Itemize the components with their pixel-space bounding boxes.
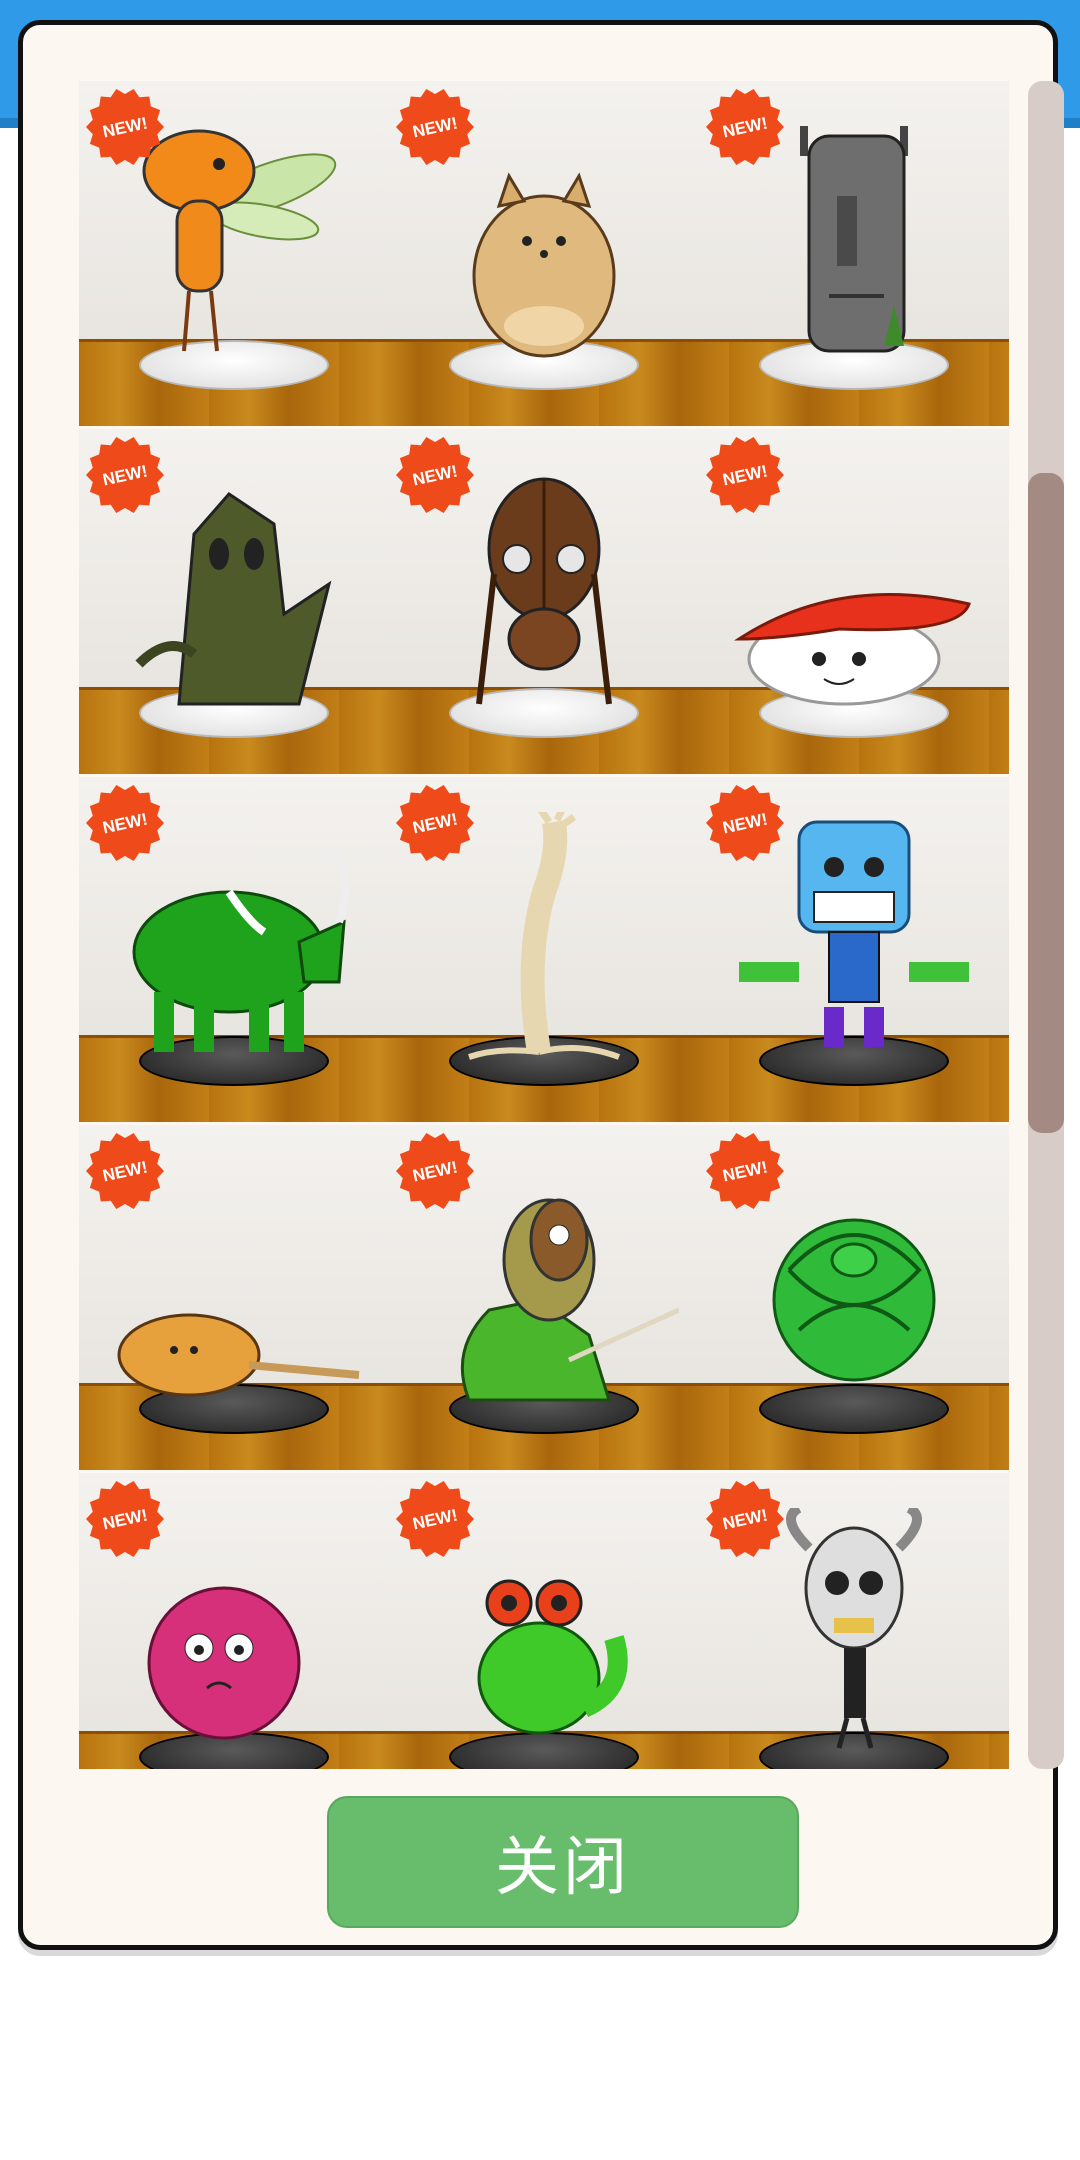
new-badge: NEW! — [395, 1131, 475, 1211]
collection-item-moai-statue[interactable]: NEW! — [699, 81, 1009, 426]
close-button[interactable]: 关闭 — [327, 1796, 799, 1928]
new-badge: NEW! — [395, 87, 475, 167]
shelf-row: NEW! NEW! NEW! — [79, 1125, 1009, 1470]
shelf-row: NEW! NEW! NEW! — [79, 1473, 1009, 1769]
collection-item-green-frog[interactable]: NEW! — [389, 1473, 699, 1769]
new-badge: NEW! — [705, 1131, 785, 1211]
new-badge: NEW! — [705, 783, 785, 863]
collection-item-tree-monster[interactable]: NEW! — [79, 429, 389, 774]
scrollbar-thumb[interactable] — [1028, 473, 1064, 1133]
new-badge: NEW! — [85, 1131, 165, 1211]
new-badge: NEW! — [395, 1479, 475, 1559]
new-badge: NEW! — [395, 435, 475, 515]
collection-item-corndog-creature[interactable]: NEW! — [79, 1125, 389, 1470]
collection-item-arm-root-creature[interactable]: NEW! — [389, 777, 699, 1122]
shelf-row: NEW! NEW! NEW! — [79, 429, 1009, 774]
shelf-row: NEW! NEW! NEW! — [79, 81, 1009, 426]
new-badge: NEW! — [85, 87, 165, 167]
new-badge: NEW! — [85, 1479, 165, 1559]
collection-item-pink-fuzzball[interactable]: NEW! — [79, 1473, 389, 1769]
collection-item-blue-cube-robot[interactable]: NEW! — [699, 777, 1009, 1122]
new-badge: NEW! — [705, 1479, 785, 1559]
new-badge: NEW! — [395, 783, 475, 863]
collection-grid: NEW! NEW! NEW! NEW! NEW! NEW! NEW! NEW! NEW! NEW!… — [79, 81, 1009, 1769]
collection-item-hamster-creature[interactable]: NEW! — [389, 81, 699, 426]
new-badge: NEW! — [705, 435, 785, 515]
collection-item-green-snake-knot[interactable]: NEW! — [699, 1125, 1009, 1470]
collection-item-masked-goblin[interactable]: NEW! — [389, 1125, 699, 1470]
new-badge: NEW! — [85, 783, 165, 863]
collection-modal: NEW! NEW! NEW! NEW! NEW! NEW! NEW! NEW! NEW! NEW!… — [18, 20, 1064, 1950]
new-badge: NEW! — [85, 435, 165, 515]
collection-item-green-rhino[interactable]: NEW! — [79, 777, 389, 1122]
shelf-row: NEW! NEW! NEW! — [79, 777, 1009, 1122]
collection-item-horned-skull-figure[interactable]: NEW! — [699, 1473, 1009, 1769]
new-badge: NEW! — [705, 87, 785, 167]
collection-item-beetle-creature[interactable]: NEW! — [389, 429, 699, 774]
collection-item-orange-winged-creature[interactable]: NEW! — [79, 81, 389, 426]
collection-item-sushi-creature[interactable]: NEW! — [699, 429, 1009, 774]
